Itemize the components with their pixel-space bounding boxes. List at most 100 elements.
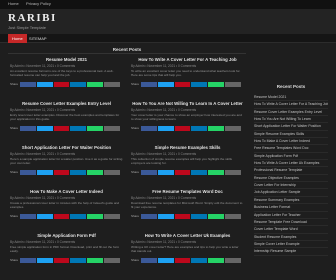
sidebar-post-link[interactable]: Internship Resume Sample bbox=[254, 248, 328, 256]
twitter-share-icon[interactable] bbox=[36, 82, 53, 87]
pinterest-share-icon[interactable] bbox=[53, 214, 70, 219]
post-card[interactable]: How To Write A Cover Letter For A Teachi… bbox=[129, 57, 246, 107]
post-card[interactable]: Simple Resume Examples Skills By Admin • … bbox=[129, 145, 246, 195]
facebook-share-icon[interactable] bbox=[20, 258, 36, 263]
whatsapp-share-icon[interactable] bbox=[87, 82, 104, 87]
post-title[interactable]: Simple Application Form Pdf bbox=[8, 233, 125, 238]
linkedin-share-icon[interactable] bbox=[191, 126, 208, 131]
sidebar-post-link[interactable]: Student Resume Examples bbox=[254, 234, 328, 241]
whatsapp-share-icon[interactable] bbox=[87, 170, 104, 175]
facebook-share-icon[interactable] bbox=[141, 214, 157, 219]
post-title[interactable]: How To You Are Not Willing To Learn In A… bbox=[129, 101, 246, 106]
pinterest-share-icon[interactable] bbox=[53, 82, 70, 87]
twitter-share-icon[interactable] bbox=[157, 258, 174, 263]
sidebar-post-link[interactable]: Simple Application Form Pdf bbox=[254, 153, 328, 161]
facebook-share-icon[interactable] bbox=[141, 126, 157, 131]
whatsapp-share-icon[interactable] bbox=[87, 126, 104, 131]
whatsapp-share-icon[interactable] bbox=[208, 170, 225, 175]
email-share-icon[interactable] bbox=[225, 170, 241, 175]
sidebar-post-link[interactable]: Job Application Letter Sample bbox=[254, 189, 328, 197]
topbar-home-link[interactable]: Home bbox=[8, 1, 19, 6]
pinterest-share-icon[interactable] bbox=[174, 258, 191, 263]
facebook-share-icon[interactable] bbox=[20, 214, 36, 219]
facebook-share-icon[interactable] bbox=[20, 82, 36, 87]
linkedin-share-icon[interactable] bbox=[70, 258, 87, 263]
nav-sitemap[interactable]: SITEMAP bbox=[25, 34, 51, 43]
email-share-icon[interactable] bbox=[104, 214, 120, 219]
post-card[interactable]: How To You Are Not Willing To Learn In A… bbox=[129, 101, 246, 151]
linkedin-share-icon[interactable] bbox=[70, 170, 87, 175]
email-share-icon[interactable] bbox=[225, 214, 241, 219]
whatsapp-share-icon[interactable] bbox=[208, 258, 225, 263]
post-title[interactable]: How To Make A Cover Letter Indeed bbox=[8, 189, 125, 194]
post-title[interactable]: Resume Cover Letter Examples Entry Level bbox=[8, 101, 125, 106]
post-title[interactable]: How To Write A Cover Letter For A Teachi… bbox=[129, 57, 246, 62]
twitter-share-icon[interactable] bbox=[157, 214, 174, 219]
post-title[interactable]: Short Application Letter For Waiter Posi… bbox=[8, 145, 125, 150]
sidebar-post-link[interactable]: How To Write A Cover Letter For A Teachi… bbox=[254, 101, 328, 109]
linkedin-share-icon[interactable] bbox=[191, 258, 208, 263]
facebook-share-icon[interactable] bbox=[141, 170, 157, 175]
twitter-share-icon[interactable] bbox=[36, 258, 53, 263]
whatsapp-share-icon[interactable] bbox=[87, 258, 104, 263]
facebook-share-icon[interactable] bbox=[20, 170, 36, 175]
facebook-share-icon[interactable] bbox=[141, 82, 157, 87]
twitter-share-icon[interactable] bbox=[157, 82, 174, 87]
sidebar-post-link[interactable]: Business Letter Format bbox=[254, 204, 328, 212]
email-share-icon[interactable] bbox=[225, 126, 241, 131]
sidebar-post-link[interactable]: Resume Cover Letter Examples Entry Level bbox=[254, 109, 328, 117]
email-share-icon[interactable] bbox=[104, 126, 120, 131]
email-share-icon[interactable] bbox=[104, 258, 120, 263]
sidebar-post-link[interactable]: Professional Resume Template bbox=[254, 167, 328, 175]
pinterest-share-icon[interactable] bbox=[174, 170, 191, 175]
post-title[interactable]: Simple Resume Examples Skills bbox=[129, 145, 246, 150]
whatsapp-share-icon[interactable] bbox=[208, 214, 225, 219]
facebook-share-icon[interactable] bbox=[141, 258, 157, 263]
sidebar-post-link[interactable]: Application Letter For Teacher bbox=[254, 212, 328, 219]
email-share-icon[interactable] bbox=[225, 258, 241, 263]
sidebar-post-link[interactable]: How To Make A Cover Letter Indeed bbox=[254, 138, 328, 146]
pinterest-share-icon[interactable] bbox=[53, 258, 70, 263]
post-card[interactable]: How To Write A Cover Letter Uk Examples B… bbox=[129, 233, 246, 280]
email-share-icon[interactable] bbox=[104, 170, 120, 175]
twitter-share-icon[interactable] bbox=[36, 214, 53, 219]
twitter-share-icon[interactable] bbox=[36, 126, 53, 131]
sidebar-post-link[interactable]: Free Resume Templates Word Doc bbox=[254, 145, 328, 153]
sidebar-post-link[interactable]: Short Application Letter For Waiter Posi… bbox=[254, 123, 328, 131]
twitter-share-icon[interactable] bbox=[157, 170, 174, 175]
linkedin-share-icon[interactable] bbox=[191, 214, 208, 219]
whatsapp-share-icon[interactable] bbox=[208, 82, 225, 87]
post-card[interactable]: Resume Cover Letter Examples Entry Level… bbox=[8, 101, 125, 151]
sidebar-post-link[interactable]: Cover Letter Template Word bbox=[254, 226, 328, 234]
email-share-icon[interactable] bbox=[225, 82, 241, 87]
post-card[interactable]: Simple Application Form Pdf By Admin • No… bbox=[8, 233, 125, 280]
post-title[interactable]: Resume Model 2021 bbox=[8, 57, 125, 62]
sidebar-post-link[interactable]: Simple Resume Examples Skills bbox=[254, 131, 328, 139]
sidebar-post-link[interactable]: Resume Model 2021 bbox=[254, 94, 328, 102]
post-card[interactable]: How To Make A Cover Letter Indeed By Admi… bbox=[8, 189, 125, 239]
pinterest-share-icon[interactable] bbox=[174, 214, 191, 219]
post-card[interactable]: Free Resume Templates Word Doc By Admin •… bbox=[129, 189, 246, 239]
pinterest-share-icon[interactable] bbox=[174, 126, 191, 131]
sidebar-post-link[interactable]: Resume Objective Examples bbox=[254, 175, 328, 183]
sidebar-post-link[interactable]: Simple Cover Letter Example bbox=[254, 241, 328, 249]
post-title[interactable]: How To Write A Cover Letter Uk Examples bbox=[129, 233, 246, 238]
facebook-share-icon[interactable] bbox=[20, 126, 36, 131]
pinterest-share-icon[interactable] bbox=[53, 170, 70, 175]
nav-home[interactable]: Home bbox=[8, 34, 27, 43]
whatsapp-share-icon[interactable] bbox=[208, 126, 225, 131]
twitter-share-icon[interactable] bbox=[36, 170, 53, 175]
linkedin-share-icon[interactable] bbox=[70, 126, 87, 131]
sidebar-post-link[interactable]: Resume Summary Examples bbox=[254, 197, 328, 205]
linkedin-share-icon[interactable] bbox=[70, 82, 87, 87]
whatsapp-share-icon[interactable] bbox=[87, 214, 104, 219]
linkedin-share-icon[interactable] bbox=[191, 170, 208, 175]
twitter-share-icon[interactable] bbox=[157, 126, 174, 131]
email-share-icon[interactable] bbox=[104, 82, 120, 87]
pinterest-share-icon[interactable] bbox=[174, 82, 191, 87]
post-title[interactable]: Free Resume Templates Word Doc bbox=[129, 189, 246, 194]
topbar-privacy-link[interactable]: Privacy Policy bbox=[26, 1, 51, 6]
linkedin-share-icon[interactable] bbox=[191, 82, 208, 87]
post-card[interactable]: Resume Model 2021 By Admin • November 11,… bbox=[8, 57, 125, 107]
post-card[interactable]: Short Application Letter For Waiter Posi… bbox=[8, 145, 125, 195]
